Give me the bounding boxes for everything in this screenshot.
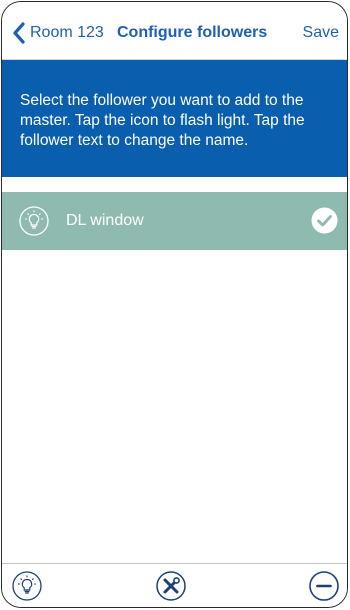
follower-list: DL window [2,192,347,250]
instructions-text: Select the follower you want to add to t… [20,92,305,149]
back-button-label: Room 123 [30,24,104,41]
back-button[interactable]: Room 123 [12,19,104,47]
list-item[interactable]: DL window [2,192,347,250]
chevron-left-icon [13,22,25,44]
navigation-bar: Room 123 Configure followers Save [2,2,347,60]
minus-icon[interactable] [309,571,339,601]
page-title: Configure followers [117,24,268,41]
bulb-icon[interactable] [12,571,42,601]
bottom-toolbar [2,563,347,607]
bulb-icon[interactable] [19,206,49,236]
save-button[interactable]: Save [303,24,339,42]
instructions-panel: Select the follower you want to add to t… [2,60,347,177]
app-screen: Room 123 Configure followers Save Select… [1,1,348,608]
check-icon[interactable] [311,207,338,234]
follower-name[interactable]: DL window [66,212,144,230]
wrench-icon[interactable] [156,571,186,601]
